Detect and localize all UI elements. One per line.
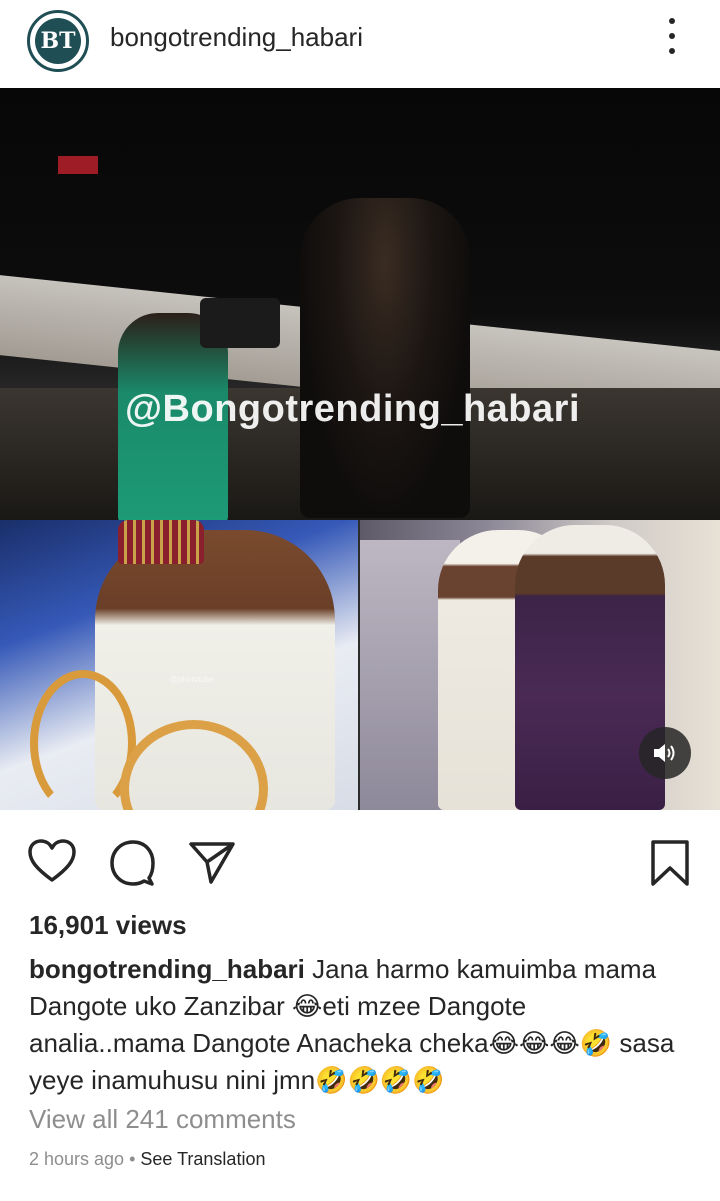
more-vertical-icon[interactable]	[660, 18, 684, 54]
see-translation-link[interactable]: See Translation	[140, 1149, 265, 1169]
view-count: 16,901 views	[29, 910, 187, 940]
timestamp: 2 hours ago	[29, 1149, 125, 1169]
avatar[interactable]: BT	[27, 10, 89, 72]
photo-bottom-left: @phorotube	[0, 520, 360, 810]
meta-separator: •	[124, 1149, 141, 1169]
post-media[interactable]: @Bongotrending_habari @phorotube	[0, 88, 720, 810]
action-bar	[0, 810, 720, 910]
caption: bongotrending_habari Jana harmo kamuimba…	[29, 951, 689, 1099]
video-frame-top: @Bongotrending_habari	[0, 88, 720, 520]
comment-icon[interactable]	[107, 838, 157, 888]
broadcast-logo	[58, 156, 98, 174]
watermark-text: @Bongotrending_habari	[125, 388, 580, 430]
speaker-icon[interactable]	[639, 727, 691, 779]
avatar-logo: BT	[35, 18, 81, 64]
performer	[300, 198, 470, 518]
camera-icon	[200, 298, 280, 348]
paper-plane-icon[interactable]	[187, 838, 237, 888]
post-header: BT bongotrending_habari	[0, 0, 720, 88]
username-link[interactable]: bongotrending_habari	[110, 22, 363, 53]
small-watermark: @phorotube	[170, 675, 215, 684]
post-meta: 2 hours ago • See Translation	[29, 1149, 265, 1170]
view-comments-link[interactable]: View all 241 comments	[29, 1104, 296, 1135]
bookmark-icon[interactable]	[648, 838, 698, 888]
caption-username[interactable]: bongotrending_habari	[29, 954, 305, 984]
heart-icon[interactable]	[27, 838, 77, 888]
